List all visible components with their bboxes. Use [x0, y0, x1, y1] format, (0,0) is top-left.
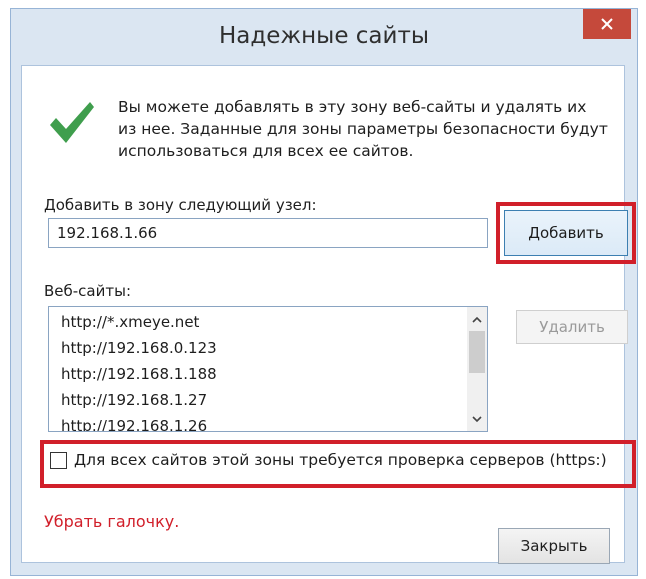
close-button[interactable]: Закрыть — [498, 528, 610, 564]
annotation-note: Убрать галочку. — [44, 512, 180, 531]
checkmark-icon — [50, 102, 94, 143]
scroll-down-button[interactable] — [467, 409, 487, 429]
info-line: Вы можете добавлять в эту зону веб-сайты… — [118, 98, 587, 116]
dialog-content: Вы можете добавлять в эту зону веб-сайты… — [21, 65, 636, 564]
close-window-button[interactable] — [583, 9, 631, 39]
list-item[interactable]: http://192.168.1.188 — [61, 365, 217, 383]
site-url-input[interactable] — [48, 218, 488, 248]
dialog-title: Надежные сайты — [218, 23, 430, 49]
add-button-highlight — [496, 202, 636, 264]
list-item[interactable]: http://192.168.1.27 — [61, 391, 207, 409]
close-icon — [601, 18, 613, 30]
https-checkbox-highlight — [40, 440, 636, 488]
add-site-label: Добавить в зону следующий узел: — [44, 196, 317, 214]
list-item[interactable]: http://192.168.0.123 — [61, 339, 217, 357]
remove-button[interactable]: Удалить — [516, 310, 628, 344]
trusted-sites-dialog: Надежные сайты Вы можете добавлять в эту… — [10, 8, 638, 576]
list-item[interactable]: http://*.xmeye.net — [61, 313, 199, 331]
info-line: использоваться для всех ее сайтов. — [118, 142, 414, 160]
list-item[interactable]: http://192.168.1.26 — [61, 417, 207, 431]
scroll-thumb[interactable] — [469, 331, 485, 373]
title-bar[interactable]: Надежные сайты — [11, 9, 637, 65]
scroll-up-button[interactable] — [467, 309, 487, 329]
websites-list[interactable]: http://*.xmeye.net http://192.168.0.123 … — [48, 306, 488, 432]
websites-label: Веб-сайты: — [44, 282, 132, 300]
list-scrollbar[interactable] — [467, 307, 487, 431]
info-line: из нее. Заданные для зоны параметры безо… — [118, 120, 608, 138]
chevron-up-icon — [472, 316, 482, 323]
chevron-down-icon — [472, 415, 482, 422]
info-text: Вы можете добавлять в эту зону веб-сайты… — [118, 96, 612, 162]
